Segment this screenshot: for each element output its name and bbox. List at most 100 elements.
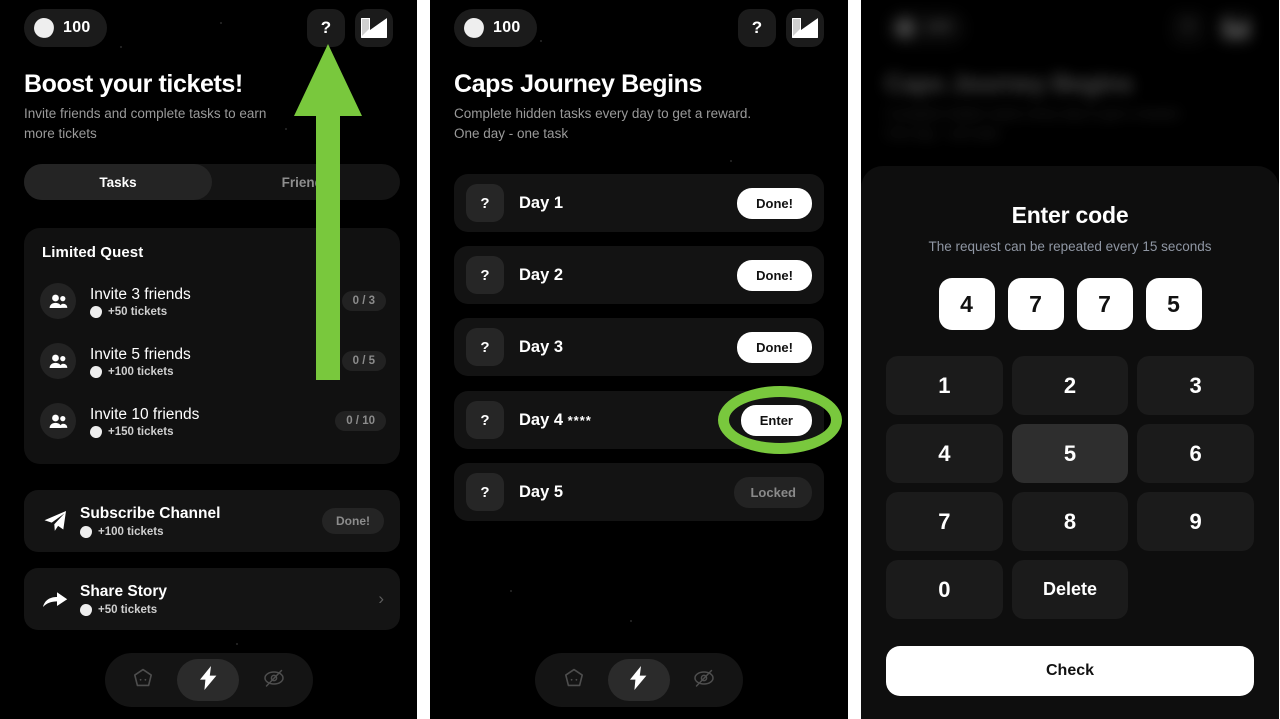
nav-item-hidden[interactable] (673, 659, 735, 701)
cap-icon (462, 16, 486, 40)
keypad-key-0[interactable]: 0 (886, 560, 1003, 619)
top-right-actions: ? (307, 9, 393, 47)
app-logo-button[interactable] (786, 9, 824, 47)
task-text: Subscribe Channel +100 tickets (80, 505, 322, 538)
panel-separator (417, 0, 430, 719)
send-icon (38, 510, 72, 532)
check-button[interactable]: Check (886, 646, 1254, 696)
quest-text: Invite 10 friends +150 tickets (90, 405, 335, 438)
quest-reward-text: +100 tickets (108, 365, 174, 378)
share-arrow-icon (38, 590, 72, 608)
nav-item-home[interactable] (543, 659, 605, 701)
page-subtitle-line1: Complete hidden tasks every day to get a… (454, 106, 752, 121)
day-label: Day 2 (519, 265, 564, 284)
day-label: Day 1 (519, 193, 564, 212)
keypad-key-3[interactable]: 3 (1137, 356, 1254, 415)
sheet-title: Enter code (1011, 202, 1129, 228)
friends-icon (40, 403, 76, 439)
day-row-5[interactable]: ? Day 5 Locked (454, 463, 824, 521)
friends-icon (40, 343, 76, 379)
hidden-task-icon: ? (466, 401, 504, 439)
nav-item-boost[interactable] (607, 659, 670, 701)
app-logo-button[interactable] (355, 9, 393, 47)
enter-code-sheet: Enter code The request can be repeated e… (861, 166, 1279, 719)
quest-name: Invite 10 friends (90, 405, 200, 423)
brand-logo-icon (792, 16, 818, 40)
lightning-icon (199, 665, 217, 695)
balance-value: 100 (63, 19, 91, 36)
task-name: Subscribe Channel (80, 504, 221, 522)
keypad-key-delete[interactable]: Delete (1011, 560, 1129, 619)
page-subtitle: Invite friends and complete tasks to ear… (24, 106, 267, 141)
balance-chip[interactable]: 100 (24, 9, 107, 47)
task-row-subscribe-channel[interactable]: Subscribe Channel +100 tickets Done! (24, 490, 400, 552)
friends-icon (40, 283, 76, 319)
hidden-task-icon: ? (466, 184, 504, 222)
help-button[interactable]: ? (307, 9, 345, 47)
balance-value: 100 (493, 19, 521, 36)
numeric-keypad: 1 2 3 4 5 6 7 8 9 0 Delete (886, 356, 1254, 619)
nav-item-boost[interactable] (177, 659, 240, 701)
task-name: Share Story (80, 582, 168, 600)
day-row-2[interactable]: ? Day 2 Done! (454, 246, 824, 304)
cap-icon (90, 425, 102, 438)
page-subtitle-line2: One day - one task (454, 126, 569, 141)
cap-icon (90, 365, 102, 378)
star-dot (510, 590, 512, 592)
bottom-nav (104, 653, 313, 707)
day-action-button[interactable]: Done! (737, 259, 812, 291)
day-label: Day 3 (519, 337, 564, 356)
keypad-key-empty (1137, 560, 1254, 619)
day-action-button[interactable]: Done! (737, 187, 812, 219)
question-mark-icon: ? (320, 18, 332, 37)
keypad-key-8[interactable]: 8 (1011, 492, 1129, 551)
task-reward-text: +100 tickets (98, 525, 164, 538)
brand-logo-icon (361, 16, 387, 40)
quest-row[interactable]: Invite 10 friends +150 tickets 0 / 10 (24, 391, 400, 451)
star-dot (730, 160, 732, 162)
keypad-key-2[interactable]: 2 (1011, 356, 1129, 415)
nav-item-hidden[interactable] (243, 659, 305, 701)
home-icon (563, 667, 585, 694)
task-reward-text: +50 tickets (98, 603, 158, 616)
hidden-task-icon: ? (466, 473, 504, 511)
eye-off-icon (692, 668, 716, 693)
day-action-button[interactable]: Done! (737, 331, 812, 363)
keypad-key-1[interactable]: 1 (886, 356, 1003, 415)
page-title: Caps Journey Begins (454, 70, 703, 98)
quest-reward-text: +150 tickets (108, 425, 174, 438)
code-digit-2[interactable]: 7 (1007, 278, 1064, 330)
chevron-right-icon: › (378, 589, 384, 608)
balance-chip[interactable]: 100 (454, 9, 537, 47)
quest-name: Invite 3 friends (90, 285, 191, 303)
lightning-icon (630, 665, 647, 695)
tab-tasks[interactable]: Tasks (24, 164, 212, 200)
code-digit-1[interactable]: 4 (938, 278, 995, 330)
keypad-key-4[interactable]: 4 (886, 424, 1003, 483)
help-button[interactable]: ? (738, 9, 776, 47)
panel-boost-tickets: 100 ? Boost your tickets! Invite friends… (0, 0, 417, 719)
day-row-3[interactable]: ? Day 3 Done! (454, 318, 824, 376)
day-label-text: Day 4 (519, 410, 564, 429)
code-digit-3[interactable]: 7 (1076, 278, 1133, 330)
screenshot-strip: 100 ? Boost your tickets! Invite friends… (0, 0, 1280, 719)
bottom-nav (535, 653, 743, 707)
keypad-key-9[interactable]: 9 (1137, 492, 1254, 551)
day-locked-badge: Locked (734, 476, 812, 508)
code-digit-4[interactable]: 5 (1145, 278, 1202, 330)
task-row-share-story[interactable]: Share Story +50 tickets › (24, 568, 400, 630)
day-code-mask: **** (567, 412, 592, 428)
day-label: Day 5 (519, 482, 564, 501)
keypad-key-5[interactable]: 5 (1011, 424, 1129, 483)
day-label: Day 4 **** (519, 411, 741, 430)
quest-reward-text: +50 tickets (108, 305, 168, 318)
hidden-task-icon: ? (466, 256, 504, 294)
task-status-badge: Done! (322, 508, 384, 534)
cap-icon (80, 525, 92, 538)
day-row-1[interactable]: ? Day 1 Done! (454, 174, 824, 232)
keypad-key-7[interactable]: 7 (886, 492, 1003, 551)
keypad-key-6[interactable]: 6 (1137, 424, 1254, 483)
top-bar: 100 ? (454, 8, 824, 48)
nav-item-home[interactable] (112, 659, 174, 701)
panel-enter-code: 100 ? Caps Journey Begins Complete hidde… (861, 0, 1279, 719)
